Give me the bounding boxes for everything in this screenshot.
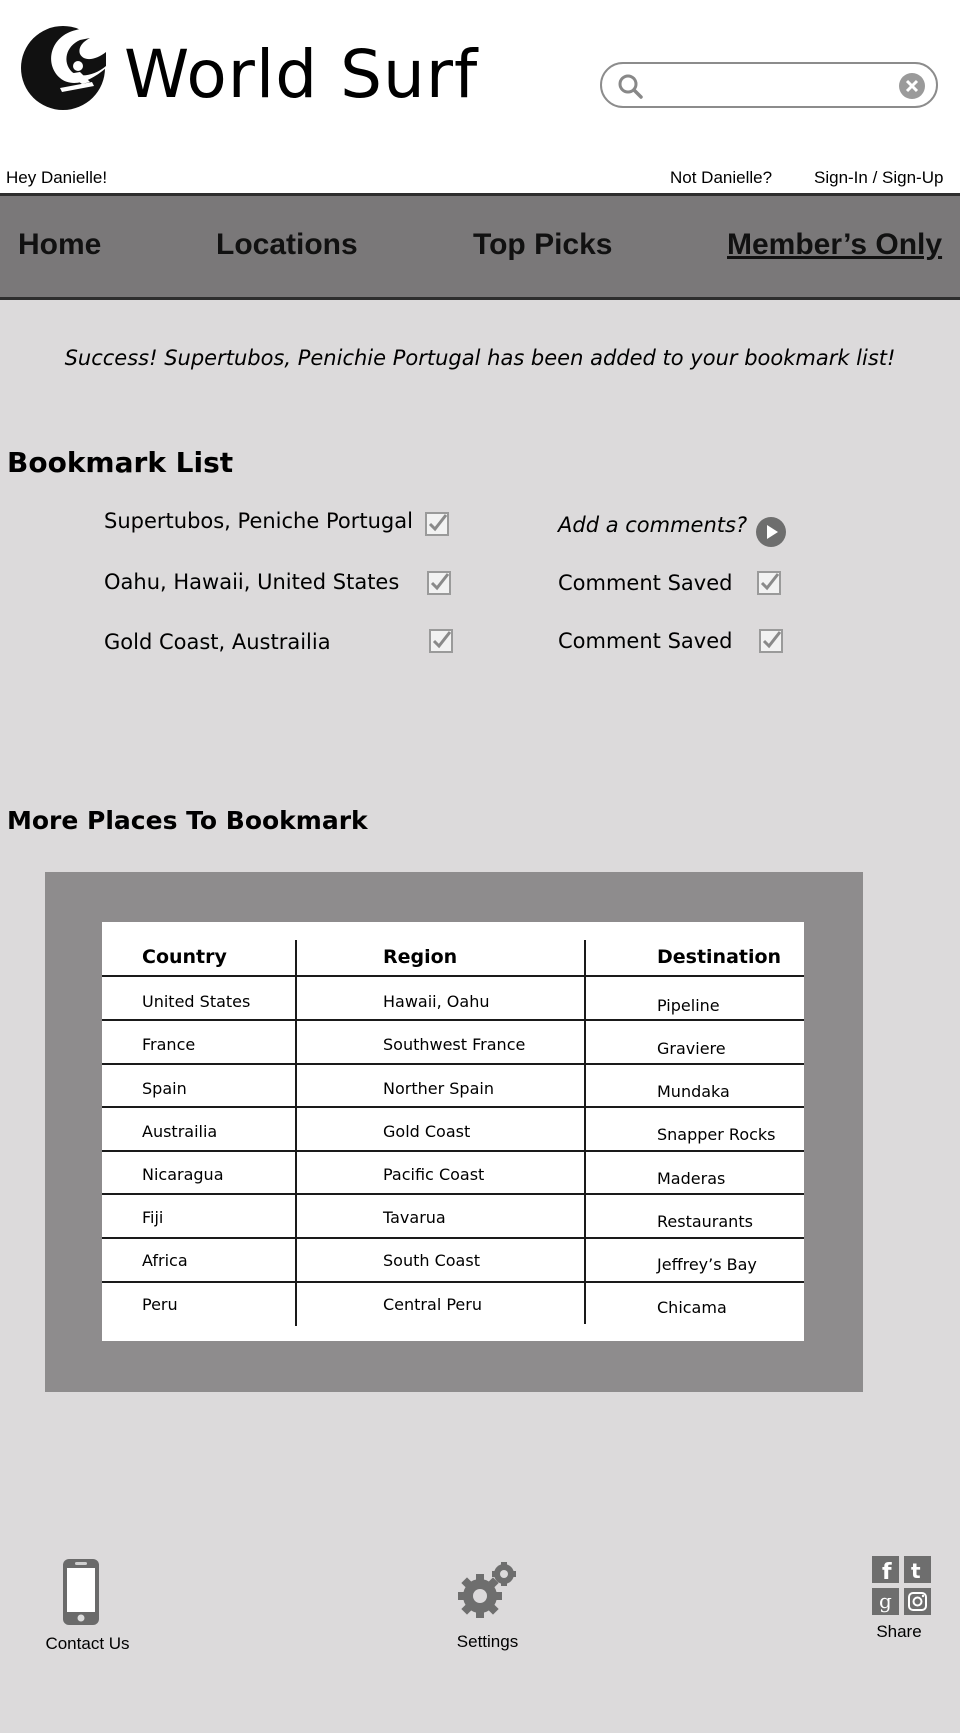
site-title: World Surf bbox=[124, 36, 479, 113]
checkbox-checked-icon[interactable] bbox=[759, 629, 783, 653]
search-input[interactable] bbox=[652, 70, 892, 100]
greeting-text: Hey Danielle! bbox=[6, 168, 108, 187]
cell-destination: Jeffrey’s Bay bbox=[657, 1255, 757, 1274]
settings-label: Settings bbox=[456, 1632, 519, 1651]
cell-country: France bbox=[142, 1035, 196, 1054]
success-message: Success! Supertubos, Penichie Portugal h… bbox=[64, 346, 896, 370]
svg-text:f: f bbox=[882, 1560, 892, 1585]
nav-item-home[interactable]: Home bbox=[18, 228, 101, 262]
cell-region: Pacific Coast bbox=[383, 1165, 485, 1184]
wave-logo-icon[interactable] bbox=[20, 22, 106, 114]
cell-country: United States bbox=[142, 992, 251, 1011]
main-nav: Home Locations Top Picks Member’s Only bbox=[0, 193, 960, 300]
svg-text:g: g bbox=[879, 1589, 892, 1613]
column-header: Destination bbox=[657, 946, 782, 968]
cell-region: Gold Coast bbox=[383, 1122, 471, 1141]
cell-region: South Coast bbox=[383, 1251, 480, 1270]
search-box[interactable] bbox=[600, 62, 938, 108]
cell-region: Norther Spain bbox=[383, 1079, 494, 1098]
cell-destination: Mundaka bbox=[657, 1082, 730, 1101]
cell-country: Nicaragua bbox=[142, 1165, 224, 1184]
play-button-icon[interactable] bbox=[755, 516, 787, 548]
row-divider bbox=[102, 975, 804, 977]
column-divider bbox=[295, 940, 297, 1326]
comment-status: Comment Saved bbox=[558, 571, 733, 595]
svg-text:t: t bbox=[911, 1559, 921, 1583]
row-divider bbox=[102, 1193, 804, 1195]
more-places-title: More Places To Bookmark bbox=[7, 806, 368, 835]
cell-country: Austrailia bbox=[142, 1122, 218, 1141]
checkbox-checked-icon[interactable] bbox=[427, 571, 451, 595]
cell-region: Hawaii, Oahu bbox=[383, 992, 490, 1011]
bookmark-list-title: Bookmark List bbox=[7, 446, 234, 479]
nav-item-top-picks[interactable]: Top Picks bbox=[473, 228, 612, 262]
bookmark-place: Supertubos, Peniche Portugal bbox=[104, 509, 413, 533]
gears-icon bbox=[458, 1562, 516, 1618]
cell-destination: Pipeline bbox=[657, 996, 720, 1015]
row-divider bbox=[102, 1150, 804, 1152]
cell-destination: Chicama bbox=[657, 1298, 727, 1317]
share-label: Share bbox=[876, 1622, 922, 1641]
cell-destination: Graviere bbox=[657, 1039, 726, 1058]
header: World Surf Hey Danielle! Not Danielle? S… bbox=[0, 0, 960, 193]
social-icons: f t g bbox=[872, 1556, 931, 1615]
phone-icon bbox=[63, 1559, 99, 1625]
add-comment-link[interactable]: Add a comments? bbox=[558, 513, 747, 537]
signin-link[interactable]: Sign-In / Sign-Up bbox=[814, 168, 943, 188]
clear-icon[interactable] bbox=[898, 72, 926, 100]
bookmark-place: Gold Coast, Austrailia bbox=[104, 630, 331, 654]
cell-country: Fiji bbox=[142, 1208, 164, 1227]
comment-status: Comment Saved bbox=[558, 629, 733, 653]
column-header: Region bbox=[383, 946, 458, 968]
row-divider bbox=[102, 1281, 804, 1283]
bookmark-place: Oahu, Hawaii, United States bbox=[104, 570, 400, 594]
cell-region: Southwest France bbox=[383, 1035, 526, 1054]
search-icon[interactable] bbox=[616, 72, 644, 100]
cell-region: Central Peru bbox=[383, 1295, 482, 1314]
cell-country: Spain bbox=[142, 1079, 187, 1098]
places-table: Country Region Destination United States… bbox=[102, 922, 804, 1341]
main-content: Success! Supertubos, Penichie Portugal h… bbox=[0, 300, 960, 1733]
contact-us-label: Contact Us bbox=[45, 1634, 130, 1653]
row-divider bbox=[102, 1106, 804, 1108]
cell-country: Africa bbox=[142, 1251, 188, 1270]
nav-item-locations[interactable]: Locations bbox=[216, 228, 358, 262]
row-divider bbox=[102, 1237, 804, 1239]
nav-item-members-only[interactable]: Member’s Only bbox=[727, 228, 942, 262]
cell-destination: Snapper Rocks bbox=[657, 1125, 776, 1144]
checkbox-checked-icon[interactable] bbox=[757, 571, 781, 595]
cell-destination: Restaurants bbox=[657, 1212, 753, 1231]
column-header: Country bbox=[142, 946, 227, 968]
column-divider bbox=[584, 940, 586, 1324]
row-divider bbox=[102, 1063, 804, 1065]
cell-country: Peru bbox=[142, 1295, 178, 1314]
cell-region: Tavarua bbox=[383, 1208, 446, 1227]
cell-destination: Maderas bbox=[657, 1169, 726, 1188]
checkbox-checked-icon[interactable] bbox=[425, 512, 449, 536]
not-user-link[interactable]: Not Danielle? bbox=[670, 168, 772, 188]
row-divider bbox=[102, 1019, 804, 1021]
checkbox-checked-icon[interactable] bbox=[429, 629, 453, 653]
